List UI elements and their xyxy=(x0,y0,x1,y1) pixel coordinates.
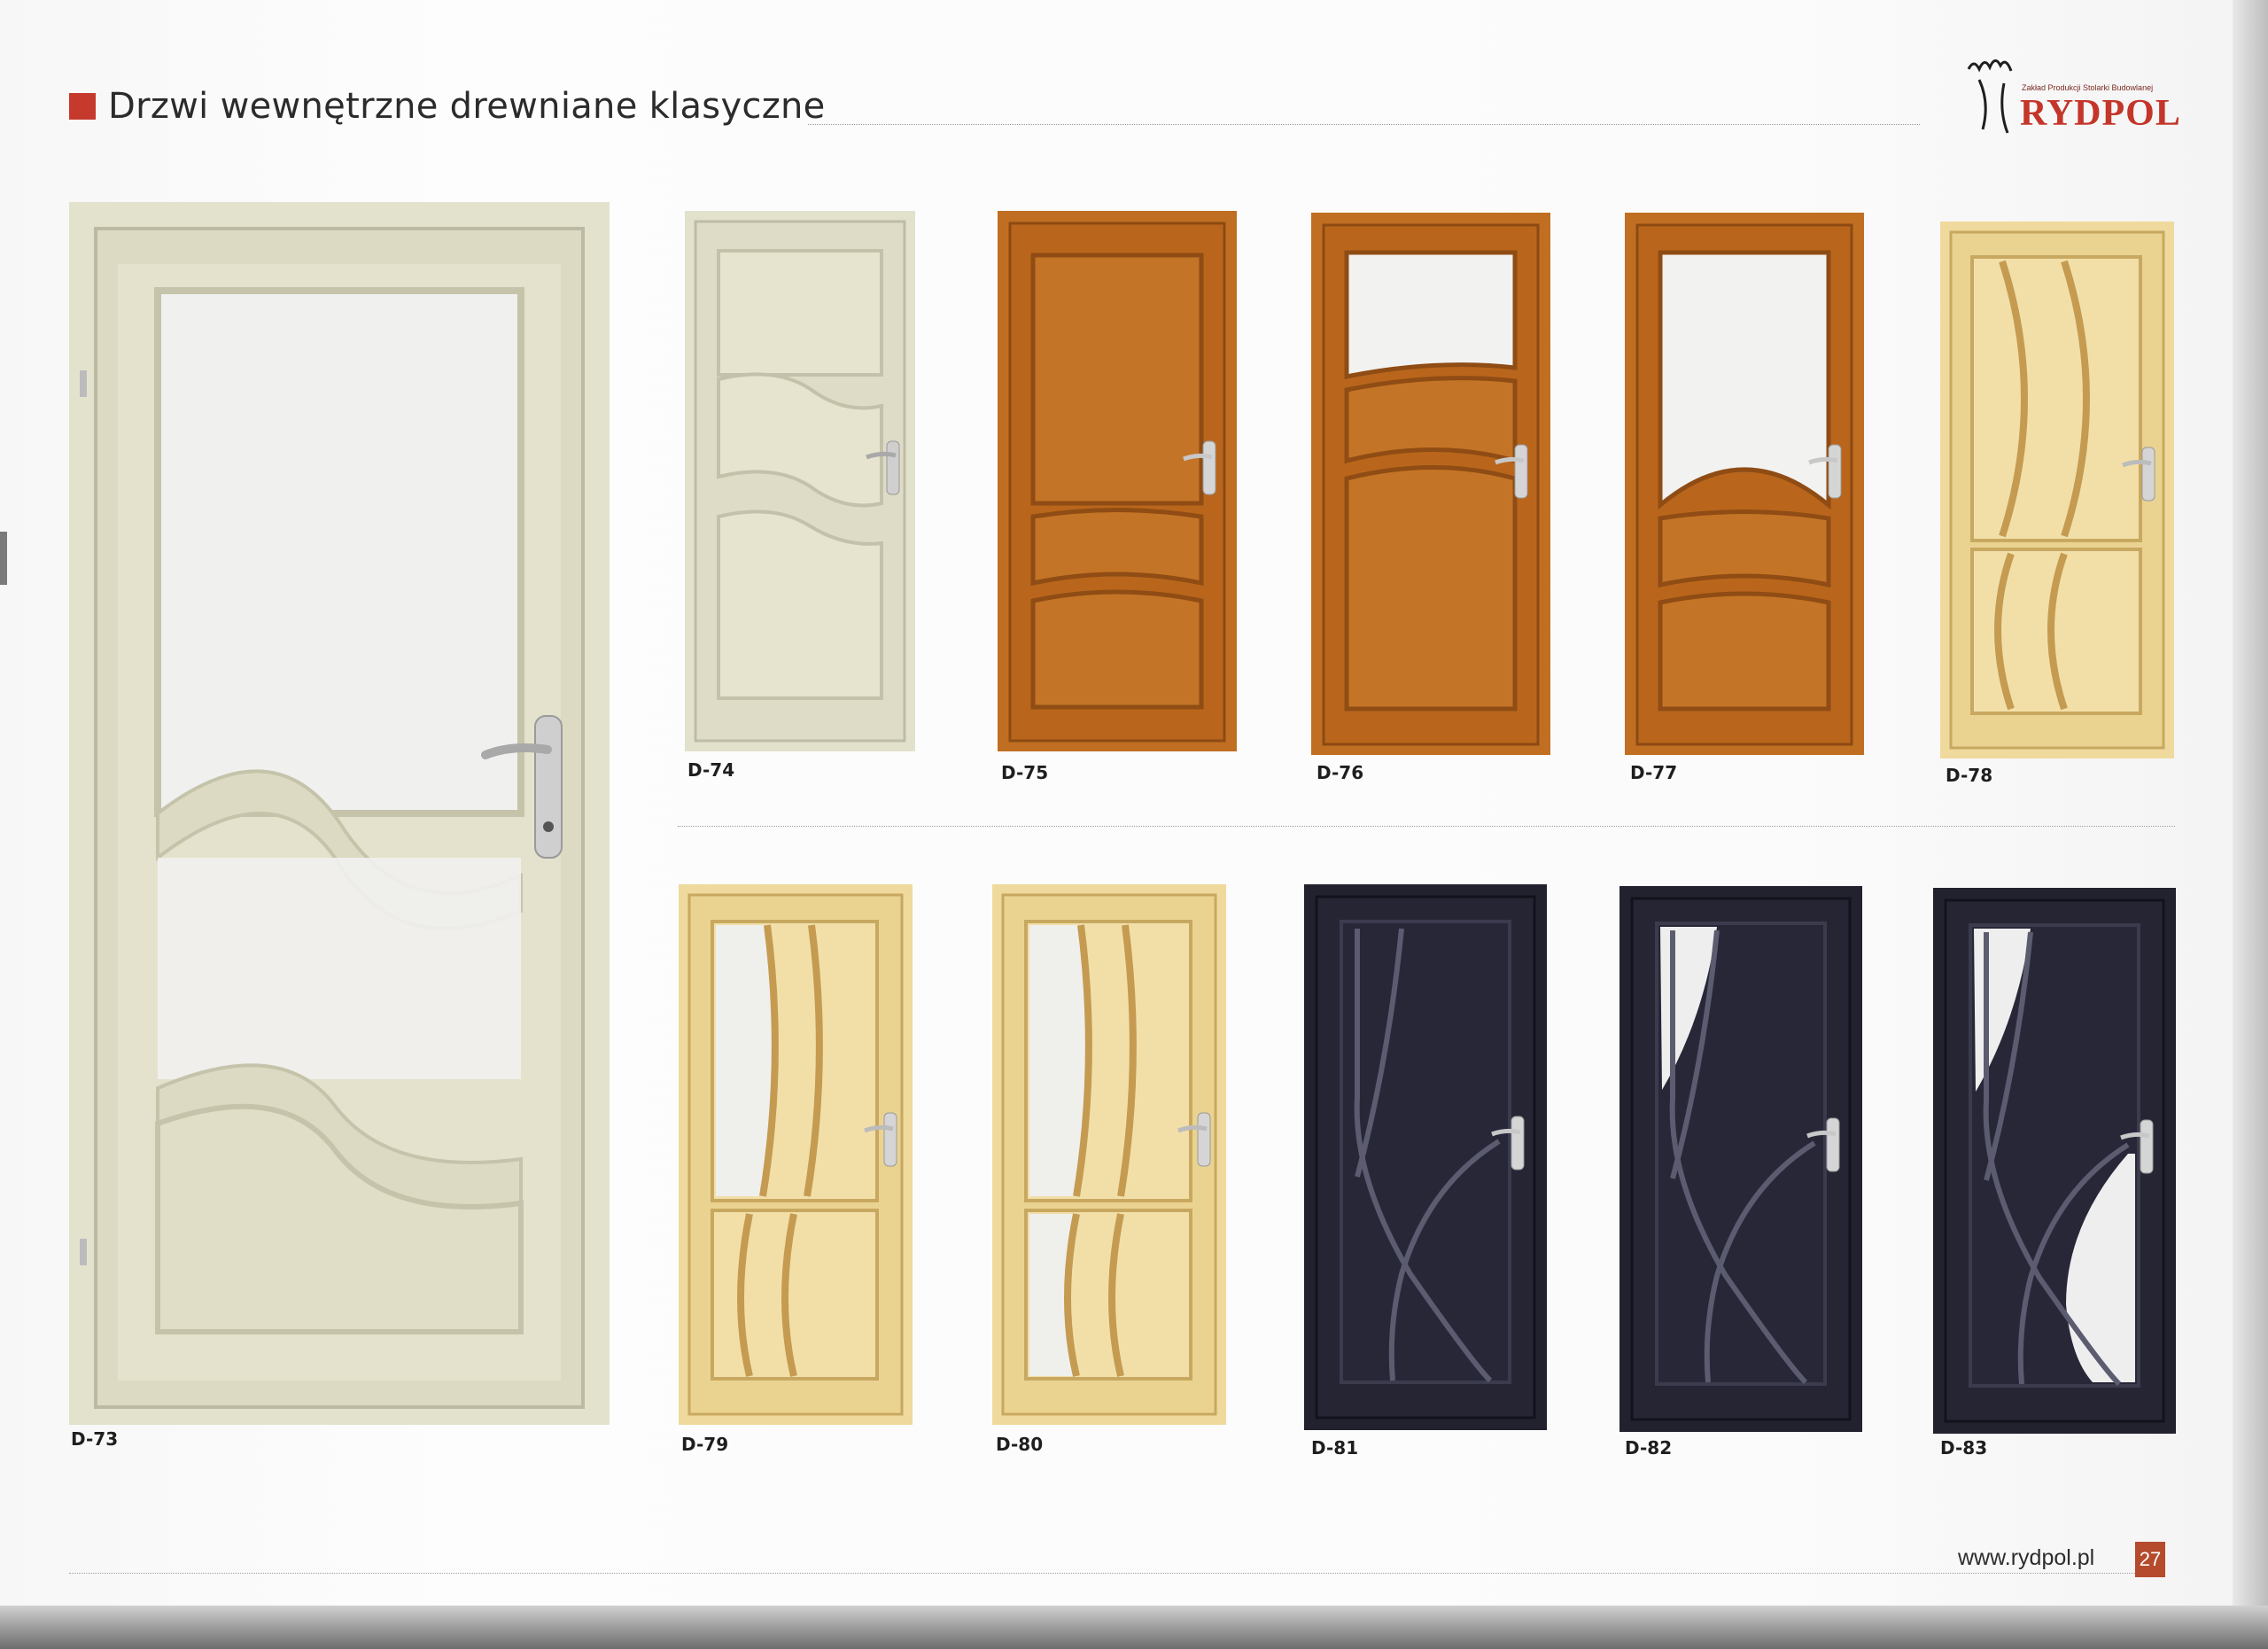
page-number-badge: 27 xyxy=(2135,1542,2165,1577)
page-title: Drzwi wewnętrzne drewniane klasyczne xyxy=(108,86,826,127)
door-d76-icon xyxy=(1311,213,1550,755)
door-d73-icon xyxy=(69,202,610,1425)
door-d81-icon xyxy=(1304,884,1547,1430)
door-card-d80 xyxy=(992,884,1226,1425)
door-label-d82: D-82 xyxy=(1625,1437,1673,1458)
door-d80-icon xyxy=(992,884,1226,1425)
logo-mark-icon xyxy=(1967,59,2013,134)
door-label-d73: D-73 xyxy=(71,1428,119,1450)
door-card-d74 xyxy=(685,211,915,751)
door-d77-icon xyxy=(1625,213,1864,755)
door-label-d75: D-75 xyxy=(1001,762,1049,783)
header-divider xyxy=(808,124,1920,125)
scan-bottom-shadow xyxy=(0,1606,2268,1649)
logo-wordmark: RYDPOL xyxy=(2020,93,2181,134)
door-card-d82 xyxy=(1619,886,1862,1432)
catalog-page: Drzwi wewnętrzne drewniane klasyczne Zak… xyxy=(0,0,2268,1649)
door-d83-icon xyxy=(1933,888,2176,1434)
door-label-d74: D-74 xyxy=(687,759,735,781)
page-edge-shadow xyxy=(2233,0,2268,1649)
door-card-d83 xyxy=(1933,888,2176,1434)
door-card-d78 xyxy=(1940,222,2174,758)
door-d79-icon xyxy=(679,884,913,1425)
door-card-d75 xyxy=(998,211,1237,751)
door-d75-icon xyxy=(998,211,1237,751)
footer-divider xyxy=(69,1573,2142,1574)
door-card-d77 xyxy=(1625,213,1864,755)
door-label-d77: D-77 xyxy=(1630,762,1678,783)
website-link[interactable]: www.rydpol.pl xyxy=(1958,1545,2094,1571)
door-label-d83: D-83 xyxy=(1940,1437,1988,1458)
header-bullet-icon xyxy=(69,93,96,120)
door-card-d79 xyxy=(679,884,913,1425)
brand-logo: Zakład Produkcji Stolarki Budowlanej RYD… xyxy=(1960,51,2190,140)
door-card-d73 xyxy=(69,202,610,1425)
scan-mark xyxy=(0,532,7,585)
logo-tagline: Zakład Produkcji Stolarki Budowlanej xyxy=(2022,83,2154,92)
door-label-d80: D-80 xyxy=(996,1434,1044,1455)
door-label-d78: D-78 xyxy=(1946,765,1993,786)
door-d82-icon xyxy=(1619,886,1862,1432)
door-d78-icon xyxy=(1940,222,2174,758)
door-label-d76: D-76 xyxy=(1317,762,1364,783)
page-header: Drzwi wewnętrzne drewniane klasyczne xyxy=(69,80,826,133)
row-divider xyxy=(678,826,2175,827)
door-label-d79: D-79 xyxy=(681,1434,729,1455)
door-d74-icon xyxy=(685,211,915,751)
door-card-d81 xyxy=(1304,884,1547,1430)
door-label-d81: D-81 xyxy=(1311,1437,1359,1458)
door-card-d76 xyxy=(1311,213,1550,755)
